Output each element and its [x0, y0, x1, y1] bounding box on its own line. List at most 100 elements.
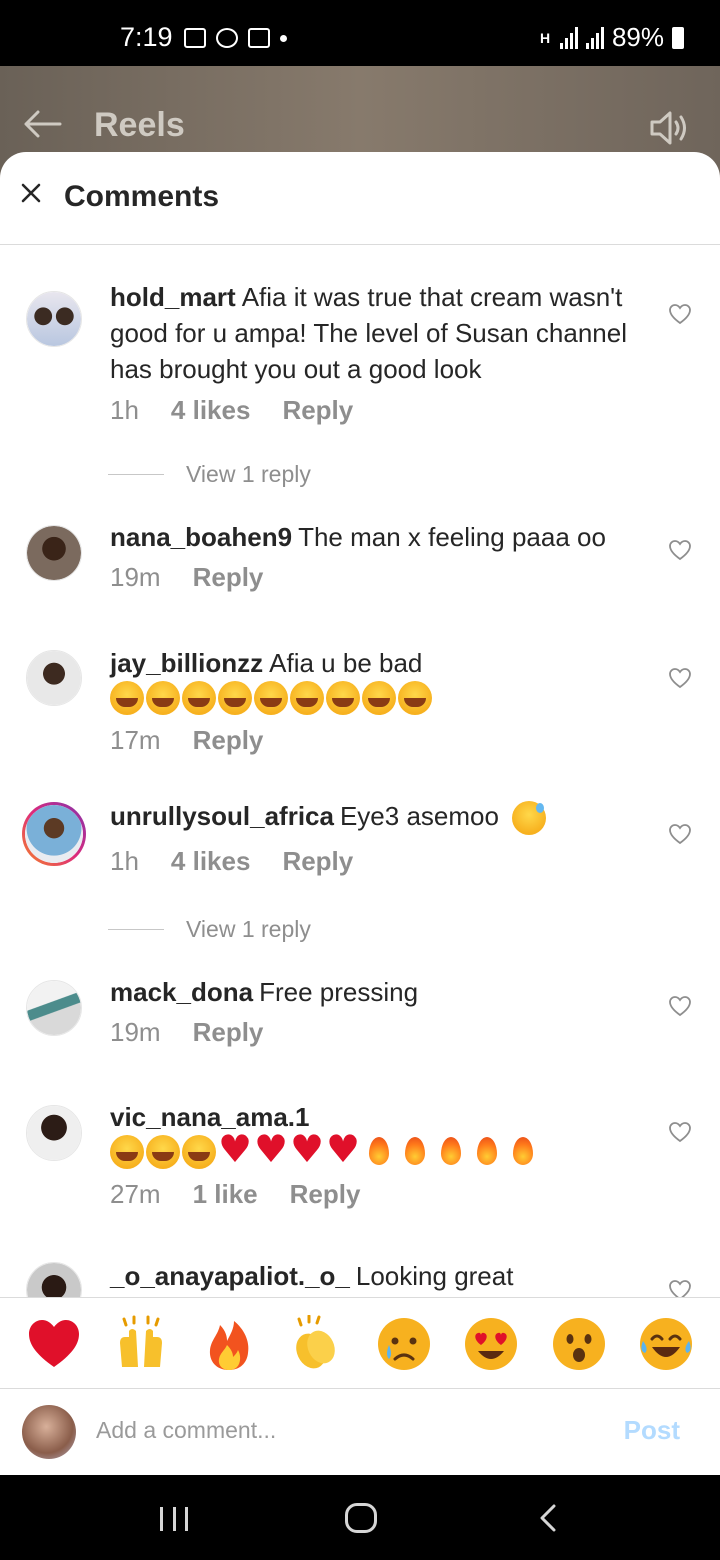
- comment-meta: 17m Reply: [110, 725, 263, 756]
- close-icon[interactable]: [20, 182, 42, 204]
- tears-of-joy-icon: [182, 681, 216, 715]
- like-heart-icon[interactable]: [668, 823, 692, 845]
- crying-face-reaction-icon[interactable]: [375, 1315, 433, 1373]
- tears-of-joy-icon: [110, 681, 144, 715]
- reply-button[interactable]: Reply: [290, 1179, 361, 1210]
- comment-meta: 1h 4 likes Reply: [110, 846, 353, 877]
- comment-text: nana_boahen9 The man x feeling paaa oo: [110, 519, 650, 555]
- tears-of-joy-icon: [218, 681, 252, 715]
- like-heart-icon[interactable]: [668, 667, 692, 689]
- grinning-sweat-icon: [512, 801, 547, 836]
- surprised-face-reaction-icon[interactable]: [550, 1315, 608, 1373]
- reply-button[interactable]: Reply: [193, 562, 264, 593]
- comment-time: 17m: [110, 725, 161, 755]
- tears-of-joy-icon: [326, 681, 360, 715]
- comment-username[interactable]: nana_boahen9: [110, 522, 292, 552]
- reply-line: [108, 929, 164, 930]
- red-heart-icon: [290, 1131, 324, 1169]
- avatar-story-ring[interactable]: [22, 802, 86, 866]
- battery-icon: [672, 26, 684, 49]
- avatar[interactable]: [26, 1105, 82, 1161]
- reply-button[interactable]: Reply: [282, 846, 353, 877]
- avatar[interactable]: [26, 291, 82, 347]
- view-replies-label[interactable]: View 1 reply: [186, 916, 311, 943]
- system-indicators: H 89%: [540, 22, 684, 53]
- tears-of-joy-reaction-icon[interactable]: [637, 1315, 695, 1373]
- status-time: 7:19: [120, 22, 173, 52]
- tears-of-joy-icon: [146, 1135, 180, 1169]
- battery-percent: 89%: [611, 22, 664, 52]
- recents-icon[interactable]: [160, 1507, 188, 1531]
- quick-reactions-bar: [0, 1297, 720, 1389]
- comment-meta: 19m Reply: [110, 562, 263, 593]
- comment-message: Looking great: [355, 1261, 514, 1291]
- tears-of-joy-icon: [290, 681, 324, 715]
- tears-of-joy-icon: [110, 1135, 144, 1169]
- reply-button[interactable]: Reply: [193, 1017, 264, 1048]
- heart-eyes-reaction-icon[interactable]: [462, 1315, 520, 1373]
- fire-icon: [470, 1135, 504, 1169]
- comment-time: 19m: [110, 1017, 161, 1047]
- view-replies[interactable]: View 1 reply: [108, 461, 311, 488]
- comment-time: 1h: [110, 846, 139, 876]
- back-icon[interactable]: [538, 1503, 558, 1533]
- signal-icon-2: [585, 26, 604, 49]
- comment-input[interactable]: Add a comment...: [96, 1417, 276, 1444]
- comment-meta: 1h 4 likes Reply: [110, 395, 353, 426]
- comment-username[interactable]: mack_dona: [110, 977, 253, 1007]
- like-heart-icon[interactable]: [668, 995, 692, 1017]
- like-heart-icon[interactable]: [668, 1279, 692, 1297]
- clapping-hands-reaction-icon[interactable]: [287, 1314, 345, 1373]
- like-heart-icon[interactable]: [668, 1121, 692, 1143]
- tears-of-joy-icon: [146, 681, 180, 715]
- gallery-icon: [184, 28, 206, 48]
- comment-username[interactable]: jay_billionzz: [110, 648, 263, 678]
- avatar[interactable]: [26, 1262, 82, 1297]
- red-heart-reaction-icon[interactable]: [25, 1315, 83, 1373]
- avatar[interactable]: [26, 980, 82, 1036]
- fire-icon: [434, 1135, 468, 1169]
- comment-likes[interactable]: 1 like: [193, 1179, 258, 1210]
- comment-text: jay_billionzz Afia u be bad: [110, 645, 650, 681]
- comment-meta: 27m 1 like Reply: [110, 1179, 360, 1210]
- comment-message: Free pressing: [259, 977, 419, 1007]
- comments-sheet: Comments hold_mart Afia it was true that …: [0, 152, 720, 1475]
- avatar[interactable]: [26, 525, 82, 581]
- tears-of-joy-icon: [398, 681, 432, 715]
- post-button[interactable]: Post: [624, 1415, 680, 1446]
- comment-time: 19m: [110, 562, 161, 592]
- sound-icon[interactable]: [646, 106, 690, 150]
- comment-likes[interactable]: 4 likes: [171, 395, 251, 426]
- like-heart-icon[interactable]: [668, 303, 692, 325]
- fire-reaction-icon[interactable]: [200, 1315, 258, 1373]
- reels-title: Reels: [94, 106, 185, 144]
- comments-list[interactable]: hold_mart Afia it was true that cream was…: [0, 245, 720, 1297]
- comment-username[interactable]: _o_anayapaliot._o_: [110, 1261, 350, 1291]
- view-replies-label[interactable]: View 1 reply: [186, 461, 311, 488]
- comment-message: Eye3 asemoo: [339, 801, 499, 831]
- comment-emoji-row: [110, 1131, 540, 1171]
- tears-of-joy-icon: [182, 1135, 216, 1169]
- comment-username[interactable]: hold_mart: [110, 282, 236, 312]
- tears-of-joy-icon: [362, 681, 396, 715]
- comment-text: unrullysoul_africa Eye3 asemoo: [110, 798, 650, 836]
- comment-text: hold_mart Afia it was true that cream was…: [110, 279, 650, 387]
- sheet-header: Comments: [0, 152, 720, 244]
- reply-button[interactable]: Reply: [282, 395, 353, 426]
- raising-hands-reaction-icon[interactable]: [112, 1315, 170, 1373]
- red-heart-icon: [326, 1131, 360, 1169]
- home-icon[interactable]: [345, 1503, 377, 1533]
- notification-icons: [184, 28, 287, 48]
- sheet-title: Comments: [64, 180, 220, 213]
- reply-button[interactable]: Reply: [193, 725, 264, 756]
- reels-header: Reels: [0, 66, 720, 166]
- reply-line: [108, 474, 164, 475]
- comment-emoji-row: [110, 681, 432, 717]
- comment-username[interactable]: unrullysoul_africa: [110, 801, 334, 831]
- avatar[interactable]: [26, 650, 82, 706]
- comment-likes[interactable]: 4 likes: [171, 846, 251, 877]
- view-replies[interactable]: View 1 reply: [108, 916, 311, 943]
- signal-icon: [559, 26, 578, 49]
- back-arrow-icon[interactable]: [20, 102, 64, 146]
- like-heart-icon[interactable]: [668, 539, 692, 561]
